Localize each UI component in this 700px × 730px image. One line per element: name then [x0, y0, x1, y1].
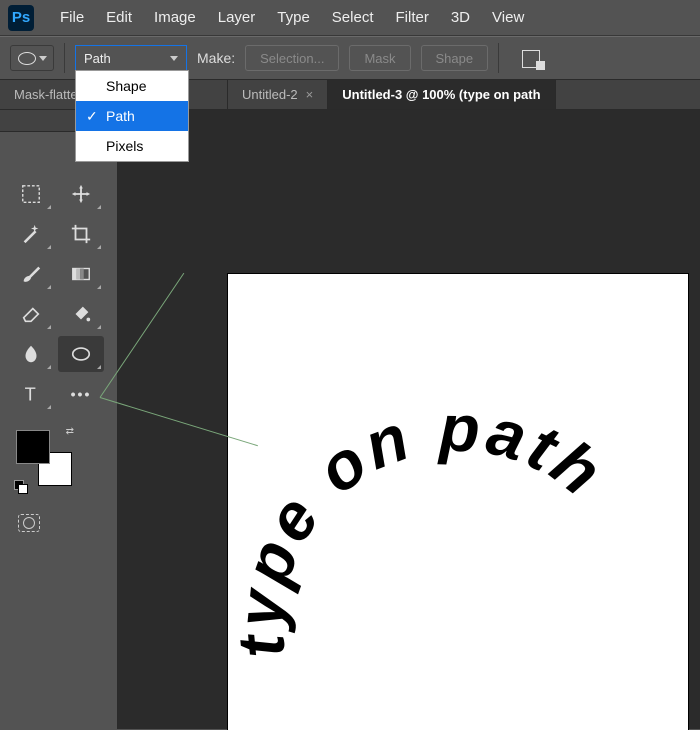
paint-bucket-tool[interactable] — [58, 296, 104, 332]
paint-bucket-tool-icon — [70, 303, 92, 325]
chevron-down-icon — [39, 56, 47, 61]
app-logo: Ps — [8, 5, 34, 31]
eraser-tool[interactable] — [8, 296, 54, 332]
new-layer-icon[interactable] — [519, 47, 545, 69]
eraser-tool-icon — [20, 303, 42, 325]
document-tab-label: Untitled-2 — [242, 87, 298, 102]
marquee-tool[interactable] — [8, 176, 54, 212]
document-canvas[interactable]: type on path — [228, 274, 688, 730]
current-tool-preset[interactable] — [10, 45, 54, 71]
smudge-tool[interactable] — [8, 336, 54, 372]
quick-mask-toggle[interactable] — [18, 514, 40, 532]
tool-mode-select[interactable]: Path Shape Path Pixels — [75, 45, 187, 71]
crop-tool-icon — [70, 223, 92, 245]
magic-wand-tool[interactable] — [8, 216, 54, 252]
mode-option-pixels[interactable]: Pixels — [76, 131, 188, 161]
make-label: Make: — [197, 50, 235, 66]
gradient-tool[interactable] — [58, 256, 104, 292]
make-shape-button[interactable]: Shape — [421, 45, 489, 71]
brush-tool[interactable] — [8, 256, 54, 292]
chevron-down-icon — [170, 56, 178, 61]
marquee-tool-icon — [20, 183, 42, 205]
magic-wand-tool-icon — [20, 223, 42, 245]
separator — [64, 43, 65, 73]
move-tool-icon — [70, 183, 92, 205]
swap-colors-icon[interactable]: ⇄ — [66, 426, 74, 437]
close-icon[interactable]: × — [306, 87, 314, 102]
options-bar: Path Shape Path Pixels Make: Selection..… — [0, 36, 700, 80]
menu-view[interactable]: View — [492, 9, 524, 26]
brush-tool-icon — [20, 263, 42, 285]
smudge-tool-icon — [20, 343, 42, 365]
svg-text:type on path: type on path — [222, 391, 619, 661]
foreground-color-swatch[interactable] — [16, 430, 50, 464]
menu-type[interactable]: Type — [277, 9, 310, 26]
document-tab[interactable]: Untitled-2 × — [228, 80, 328, 109]
ellipse-tool-icon — [70, 343, 92, 365]
tool-grid: T ••• — [0, 172, 117, 416]
more-tools-icon: ••• — [71, 386, 92, 402]
tool-mode-value: Path — [84, 51, 111, 66]
menu-file[interactable]: File — [60, 9, 84, 26]
menu-filter[interactable]: Filter — [396, 9, 429, 26]
mode-option-shape[interactable]: Shape — [76, 71, 188, 101]
more-tools[interactable]: ••• — [58, 376, 104, 412]
menu-select[interactable]: Select — [332, 9, 374, 26]
type-tool[interactable]: T — [8, 376, 54, 412]
canvas-area[interactable]: type on path — [118, 110, 700, 729]
document-tab-active[interactable]: Untitled-3 @ 100% (type on path — [328, 80, 555, 109]
menu-layer[interactable]: Layer — [218, 9, 256, 26]
menu-image[interactable]: Image — [154, 9, 196, 26]
tools-panel: << — [0, 110, 118, 729]
separator — [498, 43, 499, 73]
type-on-path-text: type on path — [243, 328, 673, 713]
ellipse-icon — [18, 52, 36, 65]
default-colors-icon[interactable] — [14, 480, 28, 494]
svg-text:T: T — [25, 383, 36, 404]
canvas-text: type on path — [222, 391, 619, 661]
crop-tool[interactable] — [58, 216, 104, 252]
color-swatches[interactable]: ⇄ — [16, 430, 72, 486]
move-tool[interactable] — [58, 176, 104, 212]
make-selection-button[interactable]: Selection... — [245, 45, 339, 71]
ellipse-tool[interactable] — [58, 336, 104, 372]
gradient-tool-icon — [70, 263, 92, 285]
menu-3d[interactable]: 3D — [451, 9, 470, 26]
menu-edit[interactable]: Edit — [106, 9, 132, 26]
tool-mode-dropdown: Shape Path Pixels — [75, 70, 189, 162]
type-tool-icon: T — [20, 383, 42, 405]
menu-bar: Ps File Edit Image Layer Type Select Fil… — [0, 0, 700, 36]
document-tab-label: Untitled-3 @ 100% (type on path — [342, 87, 540, 102]
document-tab-label: Mask-flatte — [14, 87, 78, 102]
mode-option-path[interactable]: Path — [76, 101, 188, 131]
workspace: << — [0, 110, 700, 729]
make-mask-button[interactable]: Mask — [349, 45, 410, 71]
